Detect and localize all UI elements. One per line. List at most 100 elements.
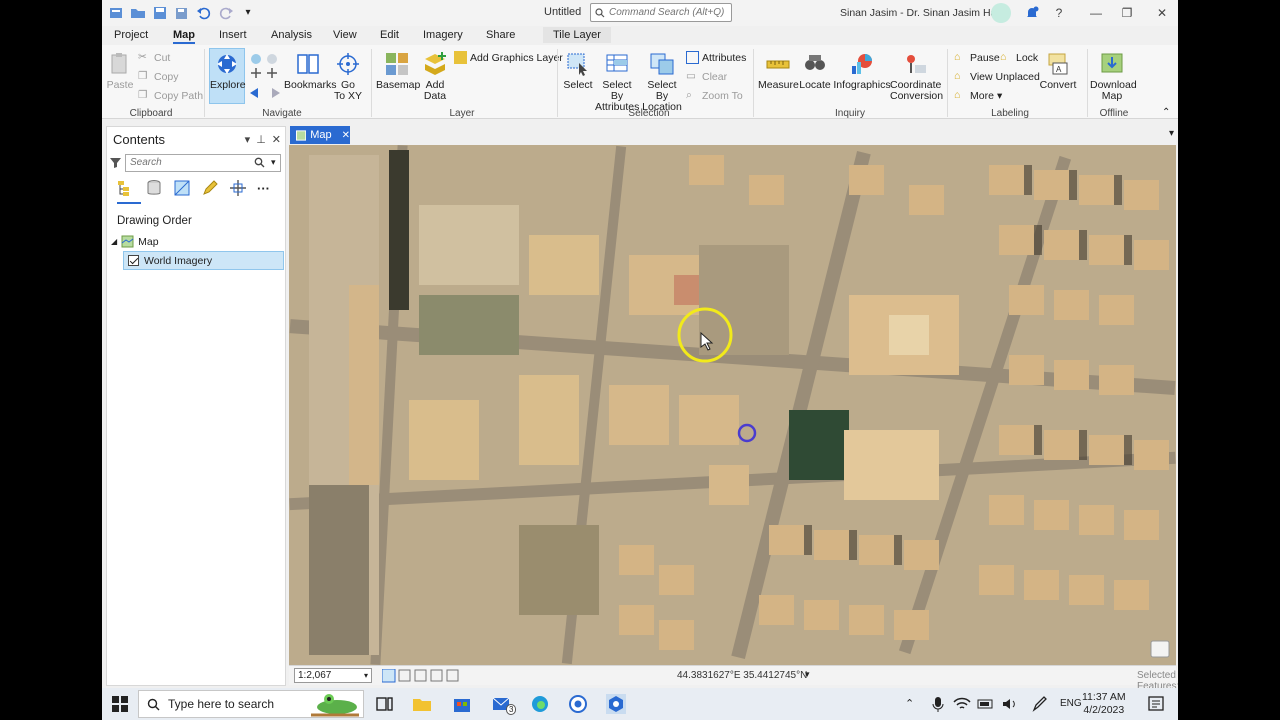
tab-analysis[interactable]: Analysis [271,29,312,41]
infographics-button[interactable]: Infographics [833,51,891,91]
tab-tile-layer[interactable]: Tile Layer [543,27,611,43]
edge-browser-icon[interactable] [530,694,550,714]
view-unplaced-button[interactable]: ⌂ View Unplaced [954,70,1040,83]
cut-button[interactable]: ✂ Cut [138,51,170,64]
tab-project[interactable]: Project [114,29,148,41]
clear-selection-button[interactable]: ▭ Clear [686,70,727,83]
arcgis-pro-taskbar-icon[interactable] [606,694,626,714]
screen-recorder-icon[interactable] [568,694,588,714]
command-search[interactable] [590,3,732,22]
tab-map[interactable]: Map [173,29,195,44]
wifi-icon[interactable] [952,694,972,714]
select-by-attributes-button[interactable]: Select By Attributes [595,51,639,113]
signed-in-user[interactable]: Sinan Jasim - Dr. Sinan Jasim Hadi [840,7,1005,19]
list-by-data-source-icon[interactable] [145,179,163,197]
collapse-ribbon-icon[interactable]: ⌃ [1162,107,1170,118]
tab-insert[interactable]: Insert [219,29,247,41]
select-button[interactable]: Select [562,51,594,91]
list-by-selection-icon[interactable] [173,179,191,197]
world-imagery-map[interactable] [289,145,1176,665]
lock-labels-button[interactable]: ⌂ Lock [1000,51,1038,64]
basemap-button[interactable]: Basemap [376,51,420,91]
measure-button[interactable]: Measure [758,51,799,91]
paste-button[interactable]: Paste [106,51,134,91]
layer-visibility-checkbox[interactable] [128,255,139,266]
expand-collapse-icon[interactable]: ◢ [111,237,117,246]
undo-icon[interactable] [196,5,212,21]
locate-button[interactable]: Locate [798,51,832,91]
save-as-icon[interactable] [174,5,190,21]
close-icon[interactable]: ✕ [1153,4,1171,22]
restore-icon[interactable]: ❐ [1118,4,1136,22]
coordinate-format-dropdown[interactable]: ▾ [805,669,810,680]
help-icon[interactable]: ? [1050,4,1068,22]
coordinate-conversion-button[interactable]: Coordinate Conversion [890,51,943,102]
input-language[interactable]: ENG [1060,698,1082,709]
convert-labels-button[interactable]: A Convert [1037,51,1079,91]
windows-start-icon[interactable] [110,694,130,714]
filter-icon[interactable] [110,157,121,168]
notification-center-icon[interactable] [1146,694,1166,714]
download-map-button[interactable]: Download Map [1090,51,1137,102]
tab-overflow-icon[interactable]: ▾ [1169,128,1174,139]
pen-icon[interactable] [1030,694,1050,714]
zoom-to-selection-button[interactable]: ⌕ Zoom To [686,89,743,102]
explore-button[interactable]: Explore [210,51,246,91]
system-clock[interactable]: 11:37 AM 4/2/2023 [1082,691,1126,717]
add-graphics-layer-button[interactable]: Add Graphics Layer [454,51,563,64]
add-data-button[interactable]: Add Data [420,51,450,102]
chevron-down-icon: ▾ [996,89,1003,102]
search-icon[interactable] [254,157,265,168]
open-project-icon[interactable] [130,5,146,21]
list-by-snapping-icon[interactable] [229,179,247,197]
avatar[interactable] [991,3,1011,23]
tab-map-view[interactable]: Map ✕ [290,126,350,144]
pin-icon[interactable]: ⊥ [256,133,266,146]
tab-edit[interactable]: Edit [380,29,399,41]
list-by-drawing-order-icon[interactable] [117,179,135,197]
title-bar: ▾ Untitled Sinan Jasim - Dr. Sinan Jasim… [102,0,1178,26]
copy-path-button[interactable]: ❐ Copy Path [138,89,203,102]
tab-share[interactable]: Share [486,29,515,41]
tab-view[interactable]: View [333,29,357,41]
pane-options-icon[interactable]: ▾ [245,133,251,146]
view-tools-icons[interactable] [382,669,460,683]
select-by-location-button[interactable]: Select By Location [640,51,684,113]
layer-world-imagery[interactable]: World Imagery [123,251,284,270]
task-view-icon[interactable] [374,694,394,714]
redo-icon[interactable] [218,5,234,21]
map-canvas[interactable] [289,145,1176,665]
new-project-icon[interactable] [108,5,124,21]
file-explorer-icon[interactable] [412,694,432,714]
scale-selector[interactable]: 1:2,067 ▾ [294,668,372,683]
more-options-icon[interactable]: ··· [257,181,270,196]
map-tools-overlay-icon[interactable] [1150,640,1170,658]
close-icon[interactable]: ✕ [342,130,350,141]
more-labeling-button[interactable]: ⌂ More ▾ [954,89,1002,102]
microsoft-store-icon[interactable] [452,694,472,714]
navigate-tools-icons[interactable] [248,51,282,103]
volume-icon[interactable] [1000,694,1020,714]
chevron-down-icon[interactable]: ▾ [271,157,276,168]
chevron-down-icon[interactable]: ▾ [364,669,368,683]
list-by-editing-icon[interactable] [201,179,219,197]
command-search-input[interactable] [609,7,729,18]
tab-imagery[interactable]: Imagery [423,29,463,41]
pause-labeling-button[interactable]: ⌂ Pause [954,51,1000,64]
show-hidden-icons[interactable]: ⌃ [905,697,914,710]
save-icon[interactable] [152,5,168,21]
contents-search[interactable]: ▾ [125,153,281,172]
bookmarks-button[interactable]: Bookmarks [284,51,337,91]
customize-qat-icon[interactable]: ▾ [240,5,256,21]
attributes-button[interactable]: Attributes [686,51,746,64]
copy-button[interactable]: ❐ Copy [138,70,179,83]
taskbar-search[interactable]: Type here to search [138,690,364,718]
go-to-xy-button[interactable]: Go To XY [334,51,362,102]
battery-icon[interactable] [976,694,996,714]
notifications-icon[interactable] [1023,4,1041,22]
contents-search-input[interactable] [130,157,240,168]
microphone-icon[interactable] [928,694,948,714]
tree-node-map[interactable]: ◢ Map [111,235,159,248]
close-icon[interactable]: ✕ [272,133,281,146]
minimize-icon[interactable]: — [1087,4,1105,22]
